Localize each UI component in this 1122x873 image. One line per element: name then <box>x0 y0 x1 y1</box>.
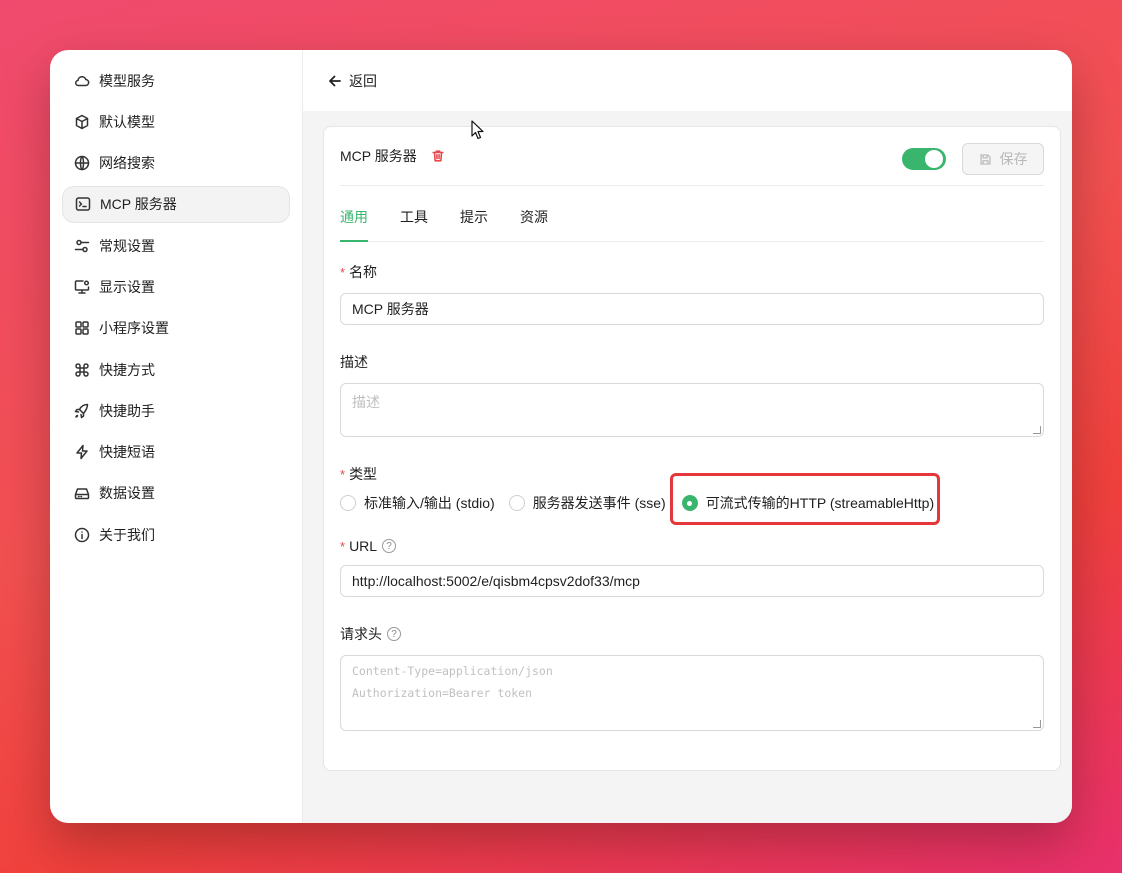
url-input[interactable]: http://localhost:5002/e/qisbm4cpsv2dof33… <box>340 565 1044 597</box>
type-radio-group: 标准输入/输出 (stdio) 服务器发送事件 (sse) 可流式传输的HTTP… <box>340 487 1044 519</box>
sidebar-item-quick-assistant[interactable]: 快捷助手 <box>62 392 290 429</box>
radio-label: 标准输入/输出 (stdio) <box>364 495 495 511</box>
back-button[interactable]: 返回 <box>327 71 377 91</box>
tab-bar: 通用 工具 提示 资源 <box>340 186 1044 242</box>
headers-textarea[interactable]: Content-Type=application/json Authorizat… <box>340 655 1044 731</box>
save-label: 保存 <box>999 151 1028 167</box>
radio-streamable-http[interactable]: 可流式传输的HTTP (streamableHttp) <box>681 493 935 513</box>
sidebar-item-general-settings[interactable]: 常规设置 <box>62 227 290 264</box>
save-icon <box>979 153 991 165</box>
monitor-gear-icon <box>74 279 90 295</box>
sidebar-item-label: 小程序设置 <box>99 320 169 337</box>
description-label: 描述 <box>340 354 368 370</box>
settings-window: 模型服务 默认模型 网络搜索 MCP 服务器 常规设置 显示设置 小程序设置 快… <box>50 50 1072 823</box>
sidebar-item-label: 快捷助手 <box>99 402 155 419</box>
mouse-cursor-icon <box>471 120 484 140</box>
cube-icon <box>74 114 90 130</box>
back-label: 返回 <box>349 72 377 89</box>
zap-icon <box>74 444 90 460</box>
sliders-icon <box>74 238 90 254</box>
sidebar-item-default-model[interactable]: 默认模型 <box>62 103 290 140</box>
headers-placeholder-line: Authorization=Bearer token <box>352 686 533 700</box>
radio-stdio[interactable]: 标准输入/输出 (stdio) <box>340 493 495 513</box>
server-enabled-toggle[interactable] <box>902 148 946 170</box>
required-mark: * <box>340 538 346 554</box>
help-icon[interactable]: ? <box>382 539 397 553</box>
resize-handle[interactable] <box>1033 426 1041 434</box>
description-textarea[interactable]: 描述 <box>340 383 1044 437</box>
sidebar-item-label: 数据设置 <box>99 485 155 502</box>
terminal-icon <box>75 196 91 212</box>
radio-label: 可流式传输的HTTP (streamableHttp) <box>705 495 935 511</box>
type-label-text: 类型 <box>349 466 378 482</box>
name-label: * 名称 <box>340 262 1044 282</box>
headers-placeholder-line: Content-Type=application/json <box>352 664 553 678</box>
sidebar-item-label: 常规设置 <box>99 237 155 254</box>
sidebar-item-label: 网络搜索 <box>99 155 155 172</box>
main-content: 返回 MCP 服务器 保存 通用 工具 提示 资源 * 名称 MCP 服务器 描… <box>303 50 1072 823</box>
radio-label: 服务器发送事件 (sse) <box>532 495 666 511</box>
sidebar-item-shortcuts[interactable]: 快捷方式 <box>62 351 290 388</box>
resize-handle[interactable] <box>1033 720 1041 728</box>
sidebar-item-miniapp-settings[interactable]: 小程序设置 <box>62 310 290 347</box>
sidebar-item-label: 显示设置 <box>99 278 155 295</box>
name-label-text: 名称 <box>349 264 378 280</box>
sidebar-item-mcp-servers[interactable]: MCP 服务器 <box>62 185 290 223</box>
trash-icon <box>432 150 444 162</box>
headers-label: 请求头 ? <box>340 624 1044 644</box>
delete-server-button[interactable] <box>431 149 445 163</box>
tab-resources[interactable]: 资源 <box>520 207 548 241</box>
info-icon <box>74 527 90 543</box>
name-input[interactable]: MCP 服务器 <box>340 293 1044 325</box>
command-icon <box>74 362 90 378</box>
cloud-icon <box>74 73 90 89</box>
sidebar-item-label: 关于我们 <box>99 526 155 543</box>
help-icon[interactable]: ? <box>387 627 401 641</box>
sidebar-item-label: MCP 服务器 <box>100 196 177 213</box>
sidebar-item-display-settings[interactable]: 显示设置 <box>62 268 290 305</box>
radio-circle <box>681 495 698 511</box>
sidebar-item-model-service[interactable]: 模型服务 <box>62 62 290 99</box>
required-mark: * <box>340 264 346 280</box>
radio-circle <box>340 495 356 511</box>
card-header: MCP 服务器 保存 <box>340 127 1044 186</box>
sidebar-item-data-settings[interactable]: 数据设置 <box>62 475 290 512</box>
arrow-left-icon <box>329 75 341 86</box>
description-placeholder: 描述 <box>352 394 380 410</box>
sidebar-item-label: 模型服务 <box>99 72 155 89</box>
rocket-icon <box>74 403 90 419</box>
headers-label-text: 请求头 <box>340 626 382 642</box>
radio-circle <box>508 495 525 511</box>
topbar: 返回 <box>303 50 1072 111</box>
hard-drive-icon <box>74 485 90 501</box>
sidebar-item-label: 快捷短语 <box>99 444 155 461</box>
type-label: * 类型 <box>340 464 1044 484</box>
required-mark: * <box>340 466 346 482</box>
tab-tools[interactable]: 工具 <box>400 207 428 241</box>
save-button[interactable]: 保存 <box>962 143 1044 175</box>
sidebar: 模型服务 默认模型 网络搜索 MCP 服务器 常规设置 显示设置 小程序设置 快… <box>50 50 303 823</box>
sidebar-item-web-search[interactable]: 网络搜索 <box>62 145 290 182</box>
globe-icon <box>74 155 90 171</box>
sidebar-item-label: 默认模型 <box>99 113 155 130</box>
mcp-server-card: MCP 服务器 保存 通用 工具 提示 资源 * 名称 MCP 服务器 描述 描… <box>323 126 1061 771</box>
tab-general[interactable]: 通用 <box>340 207 368 242</box>
sidebar-item-about[interactable]: 关于我们 <box>62 516 290 553</box>
url-label: * URL ? <box>340 538 1044 554</box>
url-label-text: URL <box>349 538 378 554</box>
sidebar-item-quick-phrases[interactable]: 快捷短语 <box>62 434 290 471</box>
radio-sse[interactable]: 服务器发送事件 (sse) <box>508 493 666 513</box>
sidebar-item-label: 快捷方式 <box>99 361 155 378</box>
grid-icon <box>74 320 90 336</box>
tab-prompts[interactable]: 提示 <box>460 207 488 241</box>
server-title: MCP 服务器 <box>340 148 417 164</box>
